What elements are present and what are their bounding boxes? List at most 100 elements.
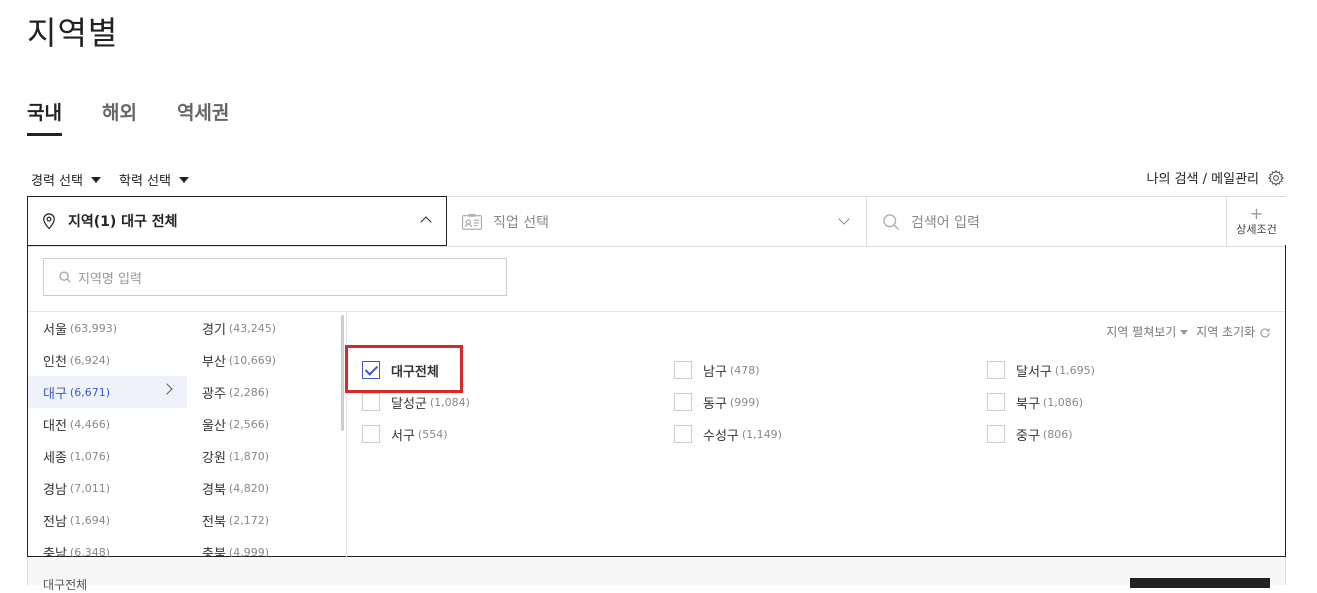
city-name: 경남 [43, 482, 67, 498]
chevron-right-icon [161, 383, 173, 395]
checkbox[interactable] [987, 393, 1005, 411]
district-name: 중구 [1016, 428, 1040, 444]
expand-regions-button[interactable]: 지역 펼쳐보기 [1106, 323, 1189, 340]
job-selector-placeholder: 직업 선택 [493, 214, 549, 231]
city-list: 서울 (63,993) 경기 (43,245) 인천 (6,924) 부산 (10,66… [28, 312, 346, 557]
city-name: 울산 [202, 418, 226, 434]
city-item[interactable]: 강원 (1,870) [187, 440, 346, 472]
region-selector[interactable]: 지역(1) 대구 전체 [27, 196, 447, 246]
city-item-selected[interactable]: 대구 (6,671) [28, 376, 187, 408]
city-name: 경기 [202, 322, 226, 338]
reset-regions-button[interactable]: 지역 초기화 [1196, 323, 1271, 340]
city-name: 광주 [202, 386, 226, 402]
city-count: (4,466) [69, 417, 110, 431]
city-item[interactable]: 경남 (7,011) [28, 472, 187, 504]
selected-summary-bar: 대구전체 [27, 557, 1286, 592]
caret-down-icon [1180, 330, 1189, 335]
district-item[interactable]: 서구 (554) [362, 419, 448, 449]
city-name: 충남 [43, 546, 67, 558]
city-count: (4,999) [228, 545, 269, 558]
city-item[interactable]: 부산 (10,669) [187, 344, 346, 376]
filter-row: 경력 선택 학력 선택 [31, 170, 189, 189]
city-name: 대전 [43, 418, 67, 434]
career-select-label: 경력 선택 [31, 174, 83, 189]
district-item[interactable]: 북구 (1,086) [987, 387, 1083, 417]
city-item[interactable]: 경기 (43,245) [187, 312, 346, 344]
city-count: (2,286) [228, 385, 269, 399]
search-icon [883, 213, 899, 230]
district-item[interactable]: 남구 (478) [674, 355, 760, 385]
city-item[interactable]: 세종 (1,076) [28, 440, 187, 472]
city-name: 부산 [202, 354, 226, 370]
refresh-icon [1260, 327, 1270, 337]
checkbox[interactable] [987, 425, 1005, 443]
plus-icon: + [1249, 203, 1264, 223]
city-item[interactable]: 서울 (63,993) [28, 312, 187, 344]
city-name: 강원 [202, 450, 226, 466]
district-name: 달성군 [391, 396, 427, 412]
city-count: (6,924) [69, 353, 110, 367]
checkbox[interactable] [674, 393, 692, 411]
detail-conditions-button[interactable]: + 상세조건 [1227, 197, 1286, 246]
district-item[interactable]: 수성구 (1,149) [674, 419, 782, 449]
city-item[interactable]: 충남 (6,348) [28, 536, 187, 558]
city-count: (4,820) [228, 481, 269, 495]
city-item[interactable]: 대전 (4,466) [28, 408, 187, 440]
keyword-search-field[interactable]: 검색어 입력 [867, 197, 1227, 246]
education-select[interactable]: 학력 선택 [119, 170, 189, 189]
city-item[interactable]: 전북 (2,172) [187, 504, 346, 536]
city-count: (2,172) [228, 513, 269, 527]
city-count: (63,993) [69, 321, 117, 335]
my-search-link[interactable]: 나의 검색 / 메일관리 [1147, 168, 1285, 187]
tab-overseas[interactable]: 해외 [102, 98, 137, 136]
education-select-label: 학력 선택 [118, 174, 171, 189]
district-count: (478) [729, 363, 760, 377]
career-select[interactable]: 경력 선택 [31, 170, 101, 189]
gear-icon[interactable] [1267, 169, 1285, 187]
id-card-icon [461, 213, 483, 230]
city-item[interactable]: 충북 (4,999) [187, 536, 346, 558]
city-name: 서울 [43, 322, 67, 338]
district-item[interactable]: 달서구 (1,695) [987, 355, 1095, 385]
city-item[interactable]: 광주 (2,286) [187, 376, 346, 408]
checkbox[interactable] [362, 393, 380, 411]
city-item[interactable]: 경북 (4,820) [187, 472, 346, 504]
region-search-input[interactable]: 지역명 입력 [43, 258, 507, 296]
district-item[interactable]: 중구 (806) [987, 419, 1073, 449]
checkbox[interactable] [674, 361, 692, 379]
tab-domestic[interactable]: 국내 [27, 98, 62, 136]
region-tabs: 국내 해외 역세권 [27, 98, 229, 136]
keyword-search-placeholder: 검색어 입력 [911, 214, 980, 231]
city-count: (2,566) [228, 417, 269, 431]
city-name: 전남 [43, 514, 67, 530]
district-item[interactable]: 동구 (999) [674, 387, 760, 417]
city-count: (6,671) [69, 385, 110, 399]
caret-down-icon [90, 176, 101, 183]
chevron-down-icon [838, 213, 850, 225]
checkbox[interactable] [674, 425, 692, 443]
region-search-placeholder: 지역명 입력 [78, 271, 142, 287]
city-count: (6,348) [69, 545, 110, 558]
district-name: 북구 [1016, 396, 1040, 412]
tab-station[interactable]: 역세권 [177, 98, 229, 136]
city-count: (7,011) [69, 481, 110, 495]
city-name: 전북 [202, 514, 226, 530]
location-pin-icon [43, 213, 55, 230]
city-item[interactable]: 울산 (2,566) [187, 408, 346, 440]
expand-regions-label: 지역 펼쳐보기 [1106, 325, 1177, 339]
job-selector[interactable]: 직업 선택 [447, 197, 867, 246]
district-name: 달서구 [1016, 364, 1052, 380]
district-count: (806) [1042, 427, 1073, 441]
district-count: (1,149) [741, 427, 782, 441]
checkbox[interactable] [362, 425, 380, 443]
district-count: (1,695) [1054, 363, 1095, 377]
search-submit-button[interactable] [1130, 578, 1270, 588]
checkbox[interactable] [987, 361, 1005, 379]
detail-conditions-label: 상세조건 [1236, 222, 1277, 236]
region-selector-label: 지역(1) 대구 전체 [68, 214, 178, 230]
city-item[interactable]: 인천 (6,924) [28, 344, 187, 376]
city-item[interactable]: 전남 (1,694) [28, 504, 187, 536]
district-name: 남구 [703, 364, 727, 380]
district-count: (554) [417, 427, 448, 441]
city-list-scrollbar[interactable] [341, 315, 344, 431]
